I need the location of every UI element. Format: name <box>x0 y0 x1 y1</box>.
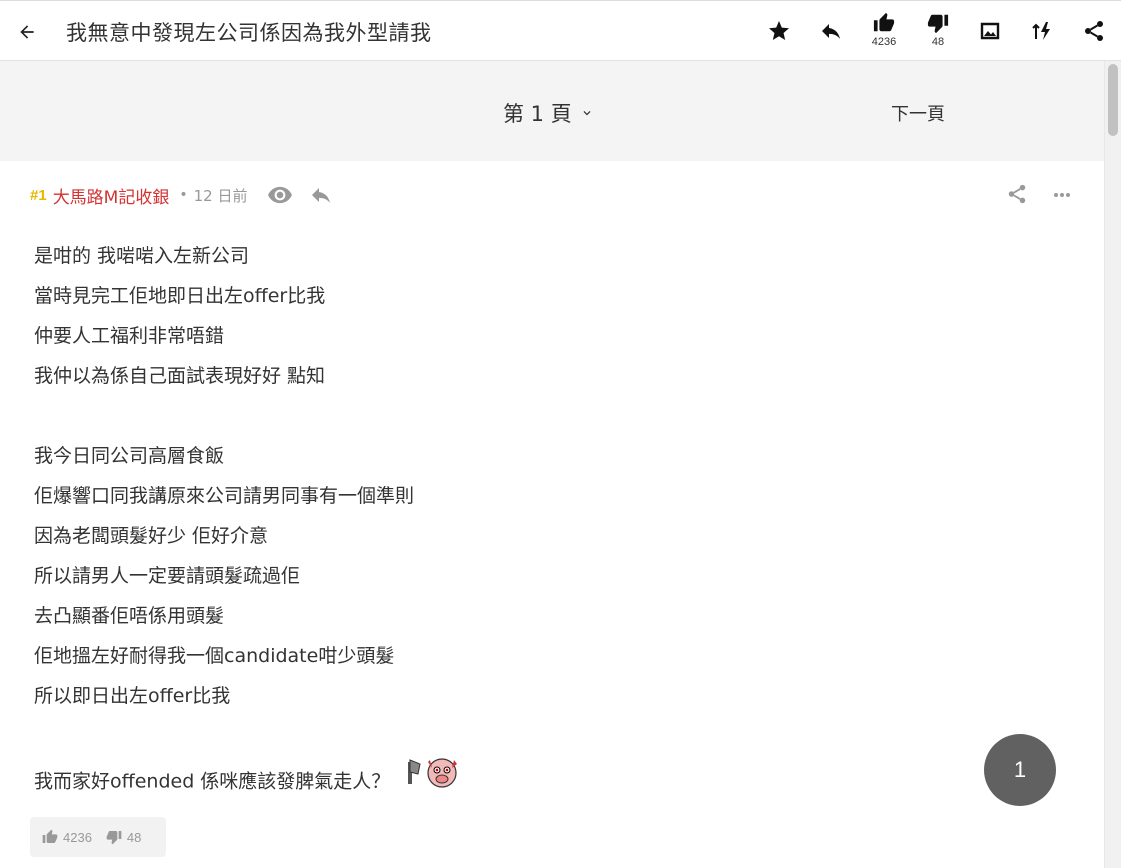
share-button[interactable] <box>1078 19 1110 59</box>
thumb-up-icon <box>873 12 895 32</box>
post-share-button[interactable] <box>1006 183 1028 205</box>
chevron-down-icon <box>583 111 591 116</box>
like-button[interactable]: 4236 <box>868 12 900 52</box>
like-count: 4236 <box>871 36 897 48</box>
post-content: 是咁的 我啱啱入左新公司 當時見完工佢地即日出左offer比我 仲要人工福利非常… <box>34 236 934 804</box>
image-mode-icon <box>980 22 1000 40</box>
post-like-button[interactable]: 4236 <box>42 829 92 845</box>
star-icon <box>769 21 789 40</box>
dislike-button[interactable]: 48 <box>922 12 954 52</box>
current-page-label: 第 1 頁 <box>503 102 572 126</box>
image-mode-button[interactable] <box>974 19 1006 59</box>
arrow-left-icon <box>20 25 34 39</box>
content-line: 我今日同公司高層食飯 <box>34 445 225 467</box>
reply-icon <box>312 188 331 203</box>
share-icon <box>1085 21 1103 41</box>
thread-title: 我無意中發現左公司係因為我外型請我 <box>66 21 432 45</box>
post-card: #1 大馬路M記收銀 • 12 日前 是咁的 我啱啱入左新公司 當時見完工佢地即… <box>0 161 1104 868</box>
post-dislike-count: 48 <box>126 829 142 845</box>
separator-dot: • <box>179 187 188 203</box>
view-author-only-button[interactable] <box>267 182 293 208</box>
eye-icon <box>268 186 293 204</box>
axe-pig-sticker-icon <box>406 756 460 808</box>
post-header: #1 大馬路M記收銀 • 12 日前 <box>30 182 333 208</box>
post-like-count: 4236 <box>63 829 92 845</box>
page-jump-button[interactable]: 1 <box>984 734 1056 806</box>
thumb-down-icon <box>927 14 949 34</box>
content-line: 所以即日出左offer比我 <box>34 685 231 707</box>
content-line: 因為老闆頭髮好少 佢好介意 <box>34 525 269 547</box>
scrollbar-thumb[interactable] <box>1108 64 1118 136</box>
content-blank-line <box>34 396 934 436</box>
content-line: 所以請男人一定要請頭髮疏過佢 <box>34 565 301 587</box>
next-page-link[interactable]: 下一頁 <box>891 100 945 126</box>
content-line: 去凸顯番佢唔係用頭髮 <box>34 605 225 627</box>
content-line: 當時見完工佢地即日出左offer比我 <box>34 285 326 307</box>
bookmark-button[interactable] <box>763 19 795 59</box>
dislike-count: 48 <box>931 36 945 48</box>
floor-number: #1 <box>30 186 47 204</box>
content-line: 仲要人工福利非常唔錯 <box>34 325 225 347</box>
sort-button[interactable] <box>1026 19 1058 59</box>
post-vote-bar: 4236 48 <box>30 817 166 857</box>
thumb-down-icon <box>106 831 122 845</box>
share-icon <box>1008 184 1026 204</box>
content-line-last: 我而家好offended 係咪應該發脾氣走人？ <box>34 756 934 804</box>
scrollbar[interactable] <box>1104 61 1121 868</box>
reply-icon <box>822 24 840 39</box>
page-navigator: 第 1 頁 下一頁 <box>0 61 1104 161</box>
back-button[interactable] <box>14 19 40 45</box>
post-more-button[interactable] <box>1050 183 1074 207</box>
content-line: 我仲以為係自己面試表現好好 點知 <box>34 365 326 387</box>
post-time: 12 日前 <box>193 186 248 205</box>
quote-reply-button[interactable] <box>309 183 333 207</box>
content-line: 我而家好offended 係咪應該發脾氣走人？ <box>34 770 391 793</box>
post-dislike-button[interactable]: 48 <box>106 829 141 845</box>
top-bar: 我無意中發現左公司係因為我外型請我 4236 48 <box>0 0 1121 61</box>
content-line: 佢爆響口同我講原來公司請男同事有一個準則 <box>34 485 415 507</box>
reply-button[interactable] <box>815 19 847 59</box>
thumb-up-icon <box>42 829 58 843</box>
more-horizontal-icon <box>1054 193 1070 197</box>
content-line: 是咁的 我啱啱入左新公司 <box>34 245 250 267</box>
content-line: 佢地搵左好耐得我一個candidate咁少頭髮 <box>34 645 395 667</box>
page-select[interactable]: 第 1 頁 <box>503 98 594 128</box>
author-name[interactable]: 大馬路M記收銀 <box>53 183 170 208</box>
sort-icon <box>1032 22 1050 40</box>
content-blank-line <box>34 716 934 756</box>
